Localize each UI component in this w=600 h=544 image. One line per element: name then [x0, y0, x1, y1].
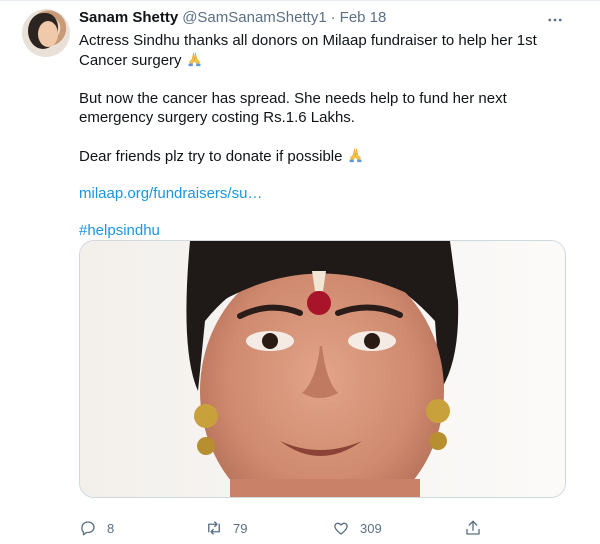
author-name[interactable]: Sanam Shetty: [79, 8, 178, 28]
tweet-actions: 8 79 309: [79, 519, 499, 543]
heart-icon: [334, 522, 348, 535]
reply-icon: [81, 521, 95, 536]
retweet-icon: [208, 521, 220, 535]
folded-hands-emoji-icon: [188, 52, 201, 67]
tweet-text: Actress Sindhu thanks all donors on Mila…: [79, 31, 579, 240]
tweet-date[interactable]: Feb 18: [340, 8, 387, 28]
reply-button[interactable]: 8: [79, 519, 114, 537]
tweet-text-paragraph-2: But now the cancer has spread. She needs…: [79, 90, 507, 126]
author-handle[interactable]: @SamSanamShetty1: [182, 8, 326, 28]
tweet-link-paragraph: milaap.org/fundraisers/su…: [79, 184, 579, 203]
tweet-card[interactable]: Sanam Shetty @SamSanamShetty1 · Feb 18 A…: [0, 0, 600, 544]
hashtag-link[interactable]: #helpsindhu: [79, 222, 160, 239]
fundraiser-link[interactable]: milaap.org/fundraisers/su…: [79, 185, 262, 202]
like-count: 309: [360, 520, 382, 536]
tweet-text-paragraph-1: Actress Sindhu thanks all donors on Mila…: [79, 31, 579, 70]
folded-hands-emoji-icon: [349, 148, 362, 163]
tweet-media-image[interactable]: [79, 240, 566, 498]
text-line-1: Actress Sindhu thanks all donors on Mila…: [79, 32, 537, 69]
tweet-text-paragraph-3: Dear friends plz try to donate if possib…: [79, 146, 579, 166]
tweet-hashtag-paragraph: #helpsindhu: [79, 221, 579, 240]
author-avatar[interactable]: [22, 9, 70, 57]
header-separator: ·: [330, 9, 336, 26]
portrait-photo: [80, 241, 565, 497]
share-icon: [466, 520, 480, 535]
text-line-3: Dear friends plz try to donate if possib…: [79, 148, 343, 165]
tweet-header: Sanam Shetty @SamSanamShetty1 · Feb 18: [79, 7, 579, 29]
like-button[interactable]: 309: [332, 519, 382, 537]
reply-count: 8: [107, 520, 115, 536]
tweet-body: Sanam Shetty @SamSanamShetty1 · Feb 18 A…: [79, 7, 579, 240]
retweet-count: 79: [233, 520, 248, 536]
share-button[interactable]: [464, 519, 482, 537]
retweet-button[interactable]: 79: [205, 519, 247, 537]
avatar-face: [38, 21, 58, 47]
